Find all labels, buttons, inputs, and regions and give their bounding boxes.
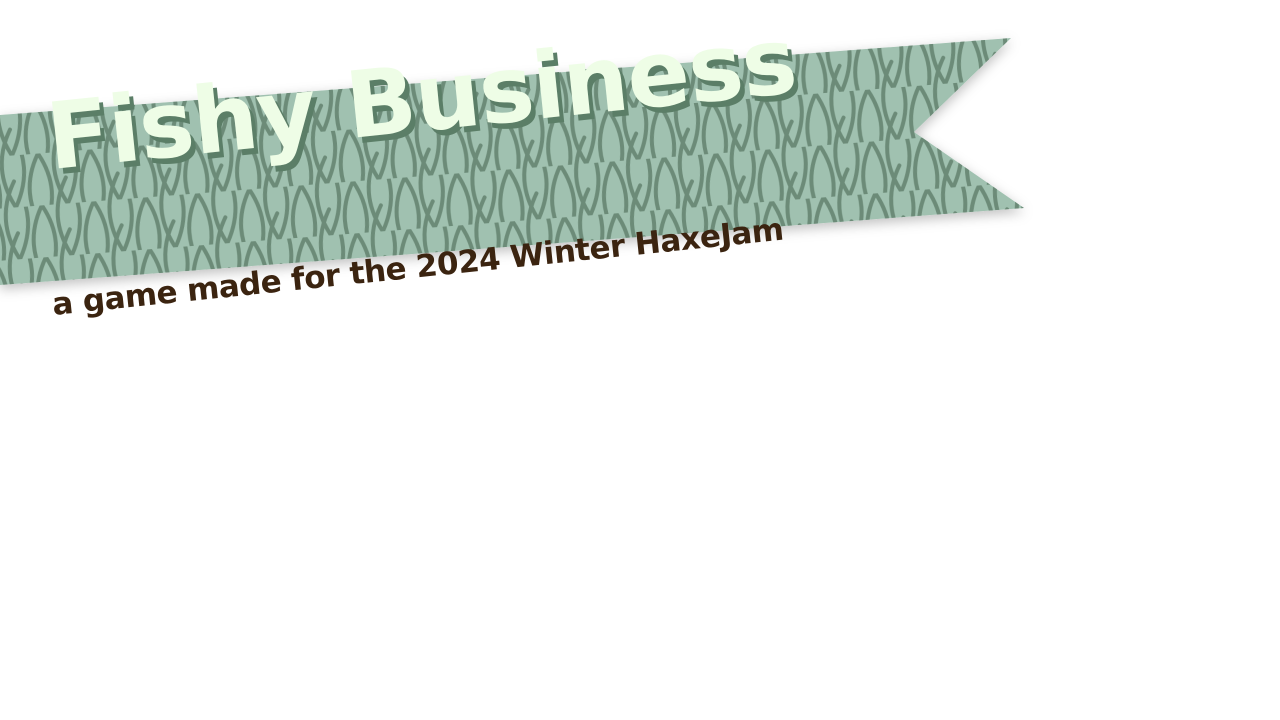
title-screen: Fishy Business a game made for the 2024 … — [0, 0, 1280, 720]
